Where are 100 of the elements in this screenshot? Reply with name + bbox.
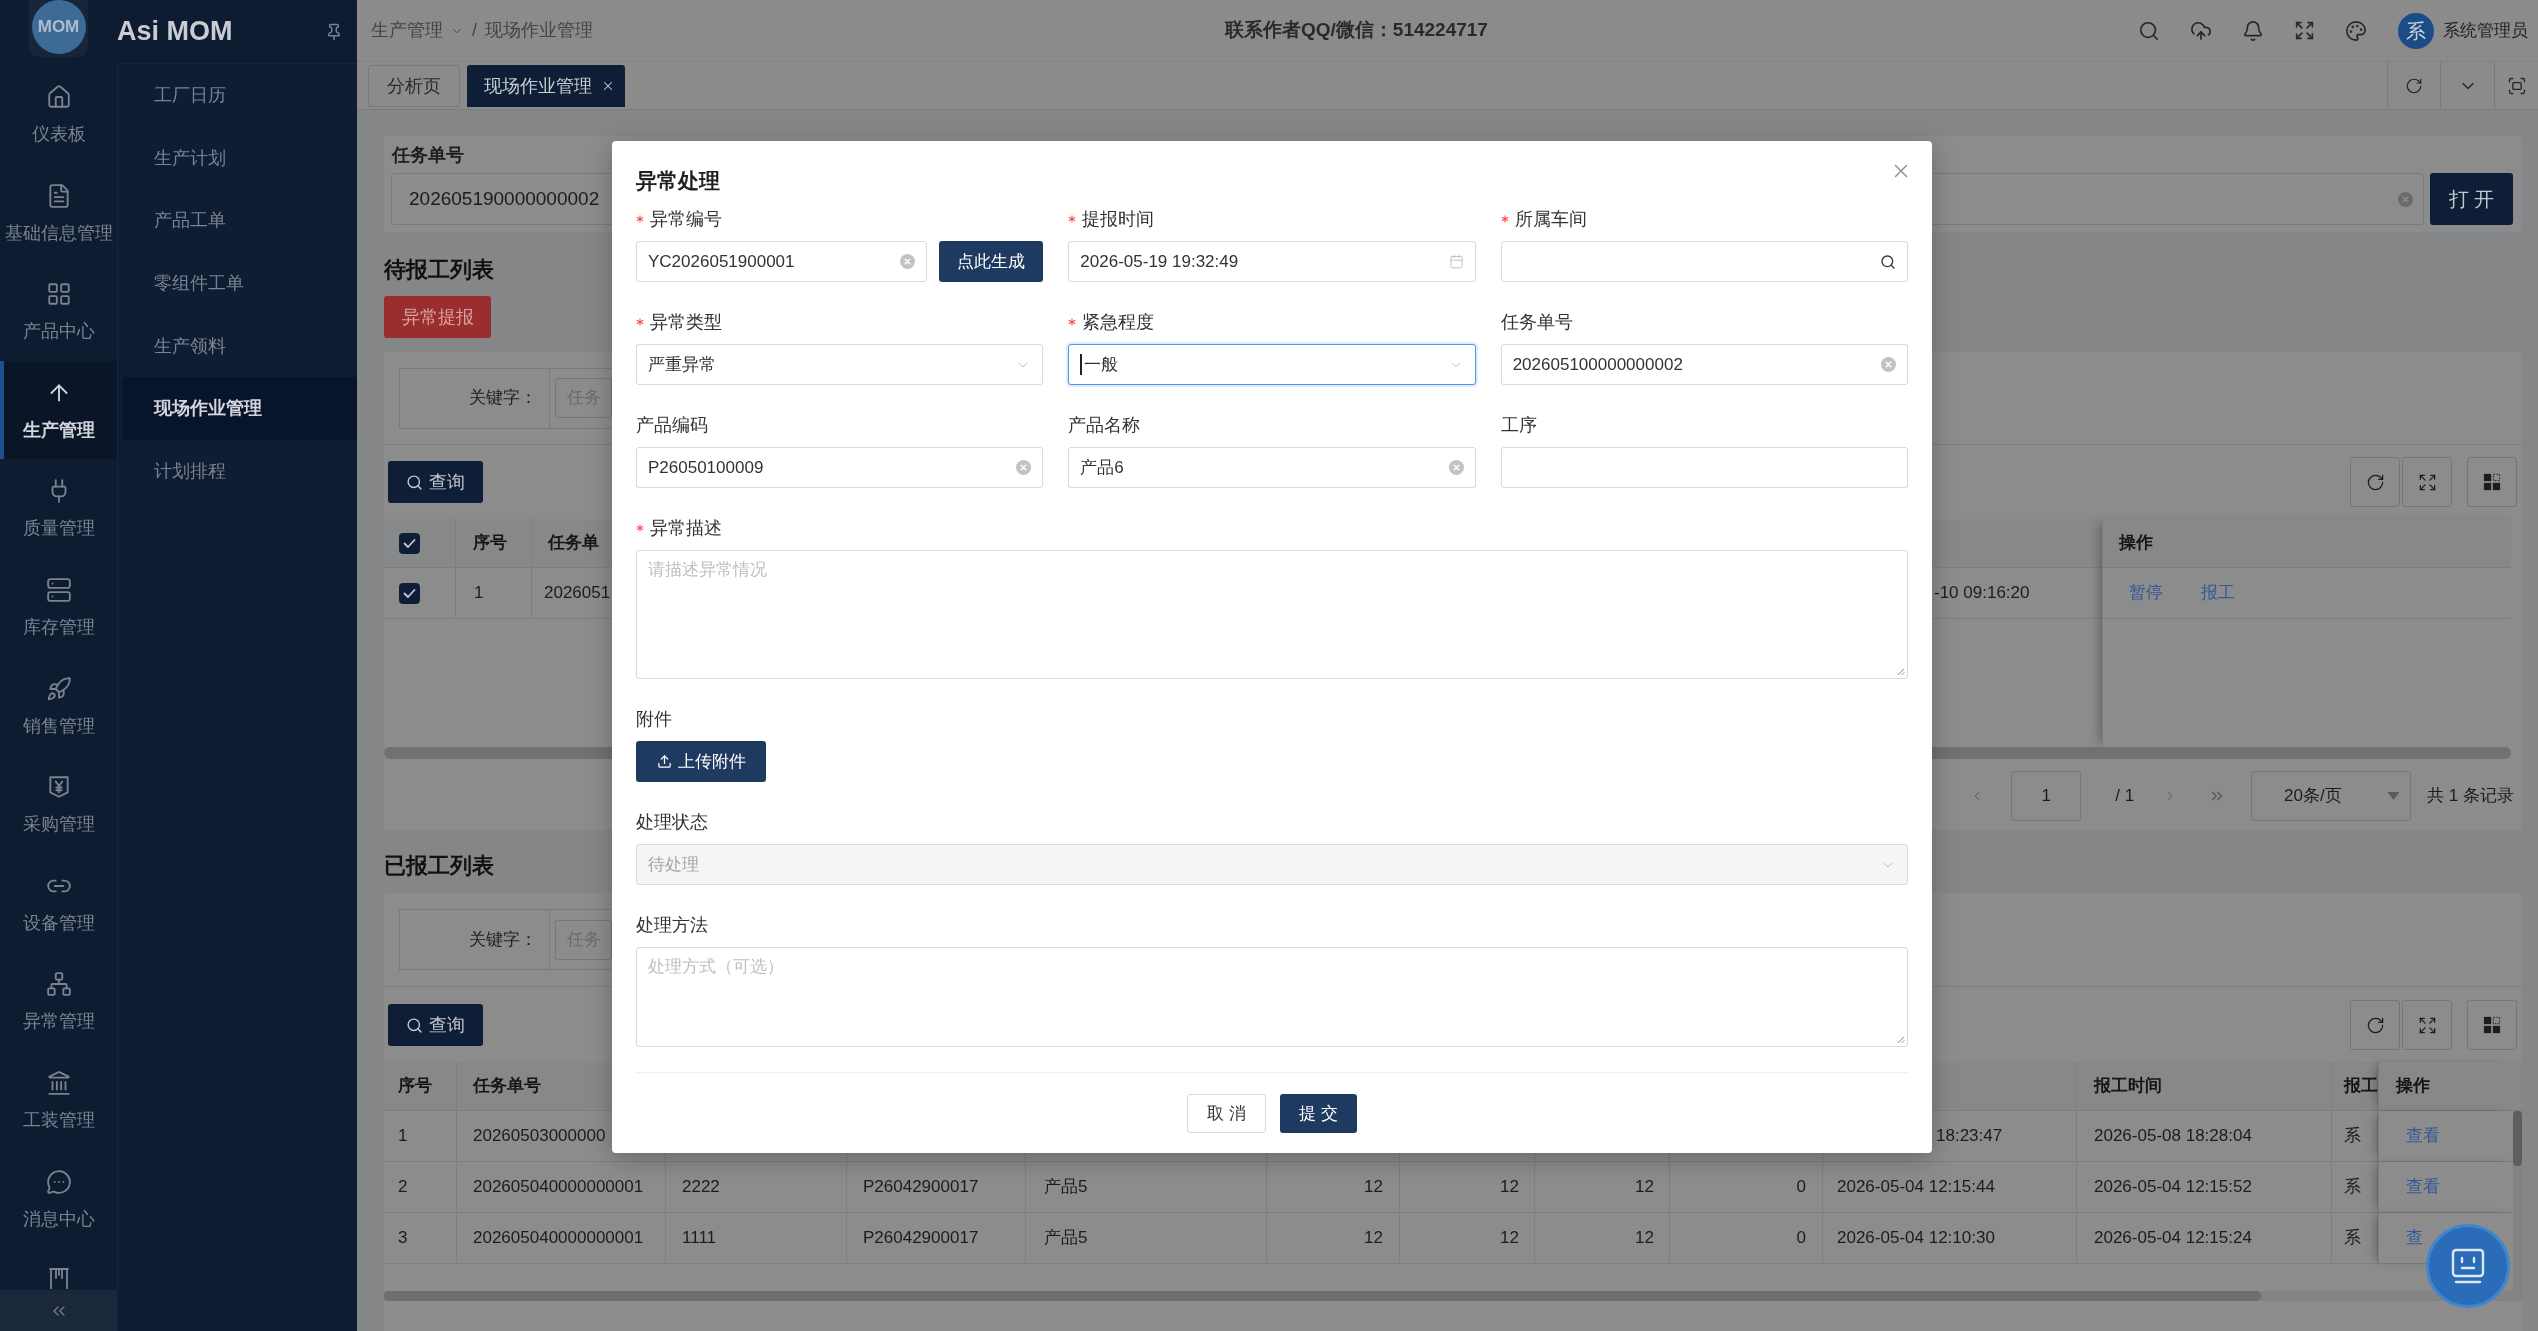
rail-item[interactable]: 库存管理 <box>0 557 117 657</box>
rocket-icon <box>45 675 72 702</box>
query-button[interactable]: 查询 <box>388 461 483 503</box>
menu-item[interactable]: 生产计划 <box>123 126 357 190</box>
upload-button[interactable]: 上传附件 <box>636 741 766 782</box>
table-cell-text: 1 <box>398 1125 408 1148</box>
generate-button[interactable]: 点此生成 <box>939 241 1044 282</box>
expand-icon[interactable] <box>2294 20 2315 41</box>
grid-icon <box>2483 1016 2501 1034</box>
text-field[interactable]: YC2026051900001 <box>636 241 928 282</box>
field-label: 异常编号 <box>650 208 722 231</box>
tab[interactable]: 分析页 <box>368 65 460 107</box>
refresh-button[interactable] <box>2350 457 2400 507</box>
field-label: 异常类型 <box>650 311 722 334</box>
column-header: 报工时间 <box>2094 1075 2162 1098</box>
search-field[interactable] <box>1500 241 1908 282</box>
table-cell-text: 2222 <box>682 1176 720 1199</box>
tab[interactable]: 现场作业管理 <box>467 65 625 107</box>
table-cell-text: -10 09:16:20 <box>1934 582 2030 605</box>
table-cell-text: 12 <box>1364 1227 1383 1250</box>
select-field[interactable]: 一般 <box>1068 344 1476 385</box>
fullscreen-button[interactable] <box>2402 1000 2452 1050</box>
avatar[interactable]: 系 <box>2398 12 2434 49</box>
rail-item[interactable]: 产品中心 <box>0 262 117 361</box>
menu-item[interactable]: 零组件工单 <box>123 252 357 315</box>
column-settings-button[interactable] <box>2467 457 2517 507</box>
open-button[interactable]: 打 开 <box>2430 173 2513 225</box>
table-cell-text: 1 <box>474 582 484 605</box>
calendar-icon <box>1448 254 1464 269</box>
checkbox[interactable] <box>399 582 420 604</box>
clear-icon[interactable] <box>1448 460 1464 475</box>
user-name[interactable]: 系统管理员 <box>2443 17 2528 44</box>
text-field[interactable] <box>1500 447 1908 488</box>
fullscreen-icon <box>2506 75 2527 96</box>
column-settings-button[interactable] <box>2467 1000 2517 1050</box>
column-header: 任务单号 <box>473 1075 541 1098</box>
palette-icon[interactable] <box>2345 19 2367 42</box>
resize-handle-icon[interactable] <box>1896 1035 1905 1044</box>
menu-item[interactable]: 现场作业管理 <box>123 377 357 441</box>
rail-item[interactable]: 消息中心 <box>0 1149 117 1249</box>
rail-item[interactable]: 基础信息管理 <box>0 163 117 263</box>
table-cell-text: P26042900017 <box>863 1176 979 1199</box>
report-button[interactable]: 异常提报 <box>384 296 491 338</box>
table-cell-text: 202605040000000001 <box>473 1227 644 1250</box>
field-label: 任务单号 <box>1500 311 1573 334</box>
table-cell-text: 系 <box>2344 1227 2361 1250</box>
select-field[interactable]: 严重异常 <box>636 344 1044 385</box>
page-number-field[interactable]: 1 <box>2011 771 2082 821</box>
table-cell-text: 202605040000000001 <box>473 1176 644 1199</box>
page-size-select[interactable]: 20条/页 <box>2251 771 2412 821</box>
resize-handle-icon[interactable] <box>1896 667 1905 676</box>
menu-item[interactable]: 生产领料 <box>123 314 357 378</box>
table-cell-text: P26042900017 <box>863 1227 979 1250</box>
app-title: Asi MOM <box>117 15 233 49</box>
text-field[interactable]: P26050100009 <box>636 447 1044 488</box>
section-title: 待报工列表 <box>384 256 494 284</box>
table-row[interactable]: 2 202605040000000001 2222 P26042900017 产品5 12 12 12 0 2026-05-04 12:15:44 2026-05-04 12:15:52 系 查看 <box>384 1162 2513 1213</box>
rail-item[interactable]: 仪表板 <box>0 65 117 164</box>
query-button[interactable]: 查询 <box>388 1004 483 1046</box>
checkbox[interactable] <box>399 532 420 554</box>
table-cell-text: 0 <box>1796 1176 1806 1199</box>
clear-icon[interactable] <box>900 254 916 269</box>
cloud-upload-icon[interactable] <box>2190 19 2212 42</box>
bell-icon[interactable] <box>2242 19 2264 42</box>
table-cell-text: 1111 <box>682 1227 717 1250</box>
field-label: 所属车间 <box>1514 208 1587 231</box>
clear-icon[interactable] <box>1016 460 1032 475</box>
table-cell-text: 产品5 <box>1044 1227 1088 1250</box>
rail-item[interactable]: 异常管理 <box>0 952 117 1051</box>
table-cell-text: 12 <box>1500 1176 1519 1199</box>
refresh-button[interactable] <box>2350 1000 2400 1050</box>
menu-item[interactable]: 产品工单 <box>123 189 357 253</box>
text-field[interactable]: 202605100000000002 <box>1500 344 1908 385</box>
date-field[interactable]: 2026-05-19 19:32:49 <box>1068 241 1476 282</box>
rail-item[interactable]: 采购管理 <box>0 755 117 854</box>
breadcrumb-link[interactable]: 生产管理 <box>371 17 443 44</box>
submit-button[interactable]: 提 交 <box>1280 1094 1357 1133</box>
cancel-button[interactable]: 取 消 <box>1187 1094 1266 1133</box>
column-header: 序号 <box>473 532 507 555</box>
scrollbar-thumb[interactable] <box>2513 1111 2522 1166</box>
table-cell-text: 0 <box>1796 1227 1806 1250</box>
rail-item[interactable]: 工装管理 <box>0 1050 117 1150</box>
text-field[interactable]: 产品6 <box>1068 447 1476 488</box>
column-header: 报工 <box>2344 1075 2378 1098</box>
rail-item[interactable]: 生产管理 <box>0 360 117 460</box>
table-cell-text: 2026-05-04 12:15:44 <box>1837 1176 1995 1199</box>
server-icon <box>45 576 72 603</box>
rail-item[interactable]: 设备管理 <box>0 853 117 953</box>
menu-item[interactable]: 计划排程 <box>123 440 357 503</box>
table-cell-text: 3 <box>398 1227 408 1250</box>
clear-icon[interactable] <box>1881 357 1896 372</box>
field-label: 异常描述 <box>650 517 722 540</box>
menu-item[interactable]: 工厂日历 <box>123 64 357 127</box>
close-icon[interactable] <box>601 79 615 93</box>
total-count: 共 1 条记录 <box>2427 785 2514 808</box>
rail-item[interactable]: 销售管理 <box>0 656 117 756</box>
search-icon[interactable] <box>1880 253 1896 270</box>
rail-item[interactable]: 质量管理 <box>0 459 117 558</box>
pin-icon[interactable] <box>325 22 343 41</box>
fullscreen-button[interactable] <box>2402 457 2452 507</box>
